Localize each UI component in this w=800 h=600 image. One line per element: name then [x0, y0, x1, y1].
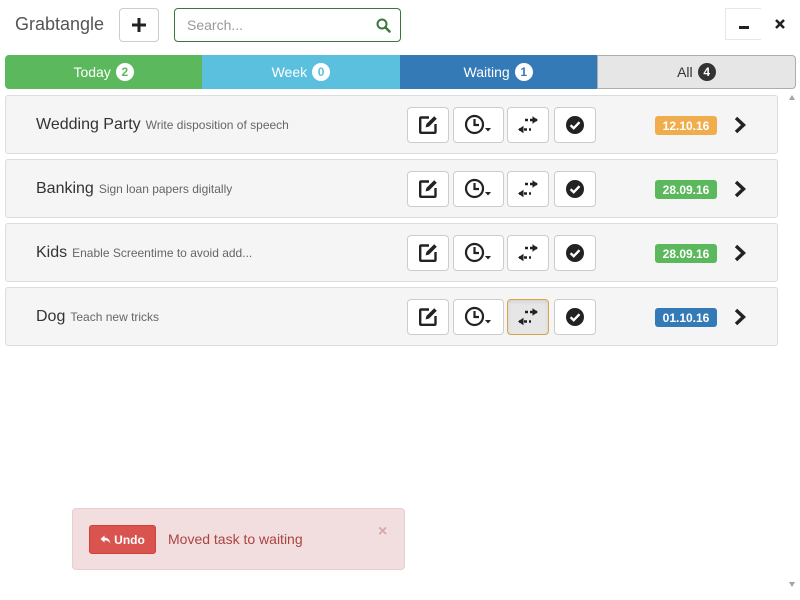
task-text: Kids Enable Screentime to avoid add... — [36, 224, 252, 281]
add-task-button[interactable] — [119, 8, 159, 42]
check-circle-icon — [566, 180, 584, 198]
tab-today[interactable]: Today 2 — [5, 55, 203, 89]
close-notification-icon[interactable]: × — [378, 523, 387, 541]
task-title: Banking — [36, 179, 94, 197]
search-box — [174, 8, 401, 42]
edit-task-button[interactable] — [407, 171, 449, 207]
undo-notification: Undo Moved task to waiting × — [72, 508, 405, 570]
tab-label: Week — [271, 64, 308, 80]
undo-arrow-icon — [100, 535, 111, 544]
task-row: Kids Enable Screentime to avoid add... 2… — [5, 223, 778, 282]
scroll-up-arrow-icon[interactable] — [789, 95, 795, 100]
notification-message: Moved task to waiting — [168, 531, 303, 547]
schedule-task-button[interactable] — [453, 235, 504, 271]
task-text: Banking Sign loan papers digitally — [36, 160, 232, 217]
chevron-right-icon[interactable] — [733, 244, 747, 262]
complete-task-button[interactable] — [554, 235, 596, 271]
task-title: Dog — [36, 307, 66, 325]
tab-label: All — [677, 64, 693, 80]
task-description: Write disposition of speech — [145, 117, 289, 132]
due-date-label: 28.09.16 — [655, 244, 717, 263]
edit-task-button[interactable] — [407, 235, 449, 271]
tab-label: Today — [73, 64, 111, 80]
due-date-label: 28.09.16 — [655, 180, 717, 199]
chevron-right-icon[interactable] — [733, 180, 747, 198]
check-circle-icon — [566, 116, 584, 134]
arrows-exchange-icon — [518, 180, 538, 198]
edit-task-button[interactable] — [407, 107, 449, 143]
app-title: Grabtangle — [15, 14, 105, 34]
close-button[interactable] — [762, 8, 798, 40]
arrows-exchange-icon — [518, 244, 538, 262]
arrows-exchange-icon — [518, 116, 538, 134]
chevron-right-icon[interactable] — [733, 308, 747, 326]
task-text: Dog Teach new tricks — [36, 288, 159, 345]
schedule-task-button[interactable] — [453, 171, 504, 207]
task-row: Wedding Party Write disposition of speec… — [5, 95, 778, 154]
task-title: Wedding Party — [36, 115, 141, 133]
edit-icon — [419, 308, 437, 326]
filter-tabs: Today 2 Week 0 Waiting 1 All 4 — [5, 55, 796, 89]
edit-task-button[interactable] — [407, 299, 449, 335]
task-description: Teach new tricks — [70, 309, 160, 324]
clock-dropdown-icon — [464, 242, 491, 263]
undo-button[interactable]: Undo — [89, 525, 156, 554]
task-text: Wedding Party Write disposition of speec… — [36, 96, 289, 153]
move-to-waiting-button[interactable] — [507, 235, 549, 271]
check-circle-icon — [566, 308, 584, 326]
search-input[interactable] — [175, 9, 365, 41]
clock-dropdown-icon — [464, 178, 491, 199]
undo-label: Undo — [114, 532, 145, 547]
task-description: Enable Screentime to avoid add... — [72, 245, 253, 260]
tab-count-badge: 1 — [514, 63, 533, 81]
move-to-waiting-button[interactable] — [507, 299, 549, 335]
complete-task-button[interactable] — [554, 107, 596, 143]
chevron-right-icon[interactable] — [733, 116, 747, 134]
search-icon[interactable] — [376, 18, 391, 33]
task-list: Wedding Party Write disposition of speec… — [5, 95, 778, 351]
schedule-task-button[interactable] — [453, 299, 504, 335]
edit-icon — [419, 180, 437, 198]
minimize-icon — [738, 26, 749, 29]
edit-icon — [419, 244, 437, 262]
tab-all[interactable]: All 4 — [596, 55, 796, 89]
due-date-label: 01.10.16 — [655, 308, 717, 327]
task-row: Banking Sign loan papers digitally 28.09… — [5, 159, 778, 218]
plus-icon — [132, 18, 146, 32]
close-icon — [775, 19, 785, 29]
schedule-task-button[interactable] — [453, 107, 504, 143]
check-circle-icon — [566, 244, 584, 262]
task-title: Kids — [36, 243, 68, 261]
task-description: Sign loan papers digitally — [98, 181, 233, 196]
clock-dropdown-icon — [464, 306, 491, 327]
move-to-waiting-button[interactable] — [507, 171, 549, 207]
tab-waiting[interactable]: Waiting 1 — [399, 55, 597, 89]
edit-icon — [419, 116, 437, 134]
tab-count-badge: 0 — [312, 63, 331, 81]
tab-label: Waiting — [463, 64, 510, 80]
move-to-waiting-button[interactable] — [507, 107, 549, 143]
scroll-down-arrow-icon[interactable] — [789, 582, 795, 587]
tab-count-badge: 2 — [115, 63, 134, 81]
due-date-label: 12.10.16 — [655, 116, 717, 135]
complete-task-button[interactable] — [554, 171, 596, 207]
tab-count-badge: 4 — [697, 63, 716, 81]
minimize-button[interactable] — [725, 8, 761, 40]
arrows-exchange-icon — [518, 308, 538, 326]
clock-dropdown-icon — [464, 114, 491, 135]
complete-task-button[interactable] — [554, 299, 596, 335]
vertical-scrollbar[interactable] — [785, 92, 800, 590]
task-row: Dog Teach new tricks 01.10.16 — [5, 287, 778, 346]
tab-week[interactable]: Week 0 — [202, 55, 400, 89]
